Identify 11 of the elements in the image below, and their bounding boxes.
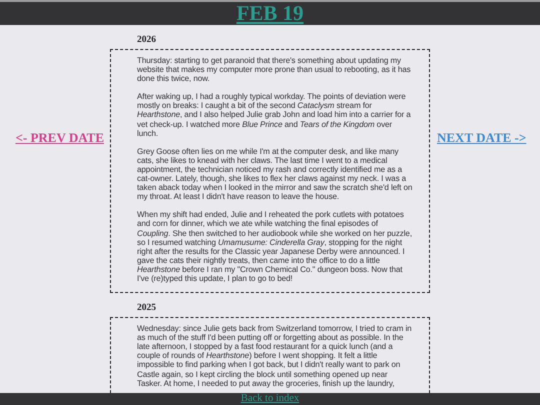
entry-paragraph: Grey Goose often lies on me while I'm at the computer desk, and like many cats, she likes to knead with her claws. The last time I went to a medical appointment, the technician noticed my rash and correctly identified me as a cat-owner. Lately, though, she likes to flex her claws against my neck. I was a taken aback today when I looked in the mirror and saw the scratch she'd left on my throat. At least I didn't have reason to leave the house.: [137, 146, 413, 202]
back-to-index-link[interactable]: Back to index: [240, 394, 300, 404]
year-heading: 2025: [136, 302, 157, 316]
entry-paragraph: When my shift had ended, Julie and I reheated the pork cutlets with potatoes and corn for dinner, which we ate while watching the final episodes of Coupling. She then switched to her audiobook while she worked on her puzzle, so I resumed watching Umamusume: Cinderella Gray, stopping for the night right after the results for the Classic year Japanese Derby were announced. I gave the cats their nightly treats, then came into the office to do a little Hearthstone before I ran my "Crown Chemical Co." dungeon boss. Now that I've (re)typed this update, I plan to go to bed!: [137, 210, 413, 284]
next-date-link[interactable]: NEXT DATE ->: [437, 130, 526, 146]
entry-paragraph: After waking up, I had a roughly typical workday. The points of deviation were mostly on breaks: I caught a bit of the second Cataclysm stream for Hearthstone, and I also helped Julie grab John and load him into a carrier for a vet check-up. I watched more Blue Prince and Tears of the Kingdom over lunch.: [137, 92, 412, 138]
entry-paragraph: Wednesday: since Julie gets back from Switzerland tomorrow, I tried to cram in as much of the stuff I'd been putting off or forgetting about as possible. In the late afternoon, I stopped by a fast food restaurant for a quick lunch (and a couple of rounds of Hearthstone) before I went shopping. It felt a little impossible to find parking when I got back, but I didn't really want to park on Castle again, so I kept circling the block until something opened up near Tasker. At home, I needed to put away the groceries, finish up the laundry,: [137, 324, 413, 388]
prev-date-link[interactable]: <- PREV DATE: [15, 130, 104, 146]
year-heading: 2026: [136, 34, 157, 47]
entry-paragraph: Thursday: starting to get paranoid that there's something about updating my website that makes my computer more prone than usual to rebooting, as it has done this twice, now.: [137, 56, 412, 84]
page-title[interactable]: FEB 19: [236, 3, 304, 24]
